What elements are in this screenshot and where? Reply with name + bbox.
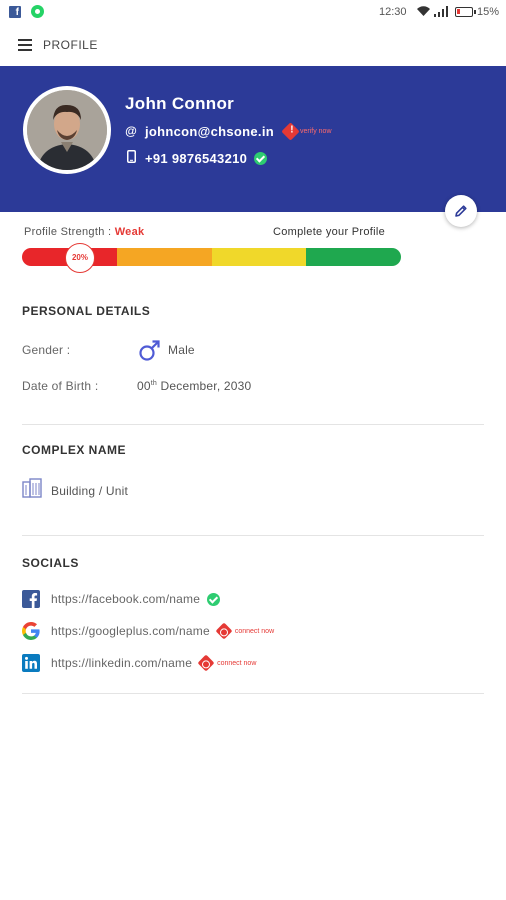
link-icon	[197, 654, 215, 672]
gender-label: Gender :	[22, 343, 71, 357]
whatsapp-notification-icon	[31, 5, 44, 18]
signal-icon	[434, 6, 448, 17]
strength-percent-badge: 20%	[65, 243, 95, 273]
strength-value: Weak	[114, 226, 145, 238]
dob-day: 00	[137, 379, 151, 393]
phone-text: +91 9876543210	[145, 150, 248, 166]
status-time: 12:30	[379, 6, 407, 18]
status-bar: f 12:30 15%	[0, 0, 506, 24]
dob-value: 00th December, 2030	[137, 379, 251, 393]
facebook-notification-icon: f	[9, 6, 21, 18]
link-icon	[215, 622, 233, 640]
personal-details-title: PERSONAL DETAILS	[22, 304, 151, 318]
connect-now-google[interactable]: connect now	[215, 622, 275, 640]
strength-segment-2	[116, 248, 212, 266]
divider	[22, 424, 484, 425]
app-bar: PROFILE	[0, 24, 506, 66]
edit-profile-button[interactable]	[445, 195, 477, 227]
dob-label: Date of Birth :	[22, 379, 99, 393]
male-icon	[139, 340, 160, 361]
phone-icon	[124, 150, 138, 166]
dob-month-year: December, 2030	[157, 379, 252, 393]
connect-now-linkedin[interactable]: connect now	[197, 654, 257, 672]
social-row-facebook[interactable]: https://facebook.com/name	[22, 590, 221, 608]
warning-icon	[281, 121, 300, 141]
verify-now-link[interactable]: verify now	[281, 121, 332, 141]
social-row-google[interactable]: https://googleplus.com/name connect now	[22, 622, 274, 640]
linkedin-url: https://linkedin.com/name	[51, 656, 193, 670]
linkedin-icon	[22, 654, 40, 672]
gender-value: Male	[168, 343, 195, 357]
complex-name-title: COMPLEX NAME	[22, 443, 127, 457]
connect-now-label: connect now	[217, 659, 257, 667]
verified-check-icon	[207, 592, 221, 606]
divider	[22, 693, 484, 694]
battery-percent: 15%	[477, 6, 500, 18]
connect-now-label: connect now	[234, 627, 275, 635]
page-title: PROFILE	[43, 38, 98, 52]
strength-segment-4	[306, 248, 401, 266]
complex-name-value: Building / Unit	[51, 484, 129, 498]
phone-row: +91 9876543210	[124, 149, 268, 167]
verified-check-icon	[254, 151, 268, 165]
google-url: https://googleplus.com/name	[51, 624, 210, 638]
profile-name: John Connor	[125, 94, 235, 113]
facebook-icon	[22, 590, 40, 608]
divider	[22, 535, 484, 536]
battery-icon	[455, 7, 476, 17]
social-row-linkedin[interactable]: https://linkedin.com/name connect now	[22, 654, 256, 672]
facebook-url: https://facebook.com/name	[51, 592, 201, 606]
menu-icon[interactable]	[18, 39, 32, 51]
profile-header: John Connor @ johncon@chsone.in verify n…	[0, 66, 506, 212]
email-text: johncon@chsone.in	[145, 123, 274, 139]
building-icon	[22, 478, 42, 498]
strength-prefix: Profile Strength :	[24, 226, 115, 238]
email-row: @ johncon@chsone.in verify now	[124, 121, 332, 141]
avatar[interactable]	[23, 86, 111, 174]
google-icon	[22, 622, 40, 640]
pencil-icon	[455, 205, 467, 217]
profile-strength-label: Profile Strength : Weak	[24, 226, 144, 238]
at-icon: @	[125, 124, 137, 138]
strength-segment-3	[211, 248, 307, 266]
complete-profile-link[interactable]: Complete your Profile	[273, 226, 385, 238]
wifi-icon	[417, 6, 430, 16]
socials-title: SOCIALS	[22, 556, 79, 570]
verify-now-label: verify now	[300, 127, 332, 135]
